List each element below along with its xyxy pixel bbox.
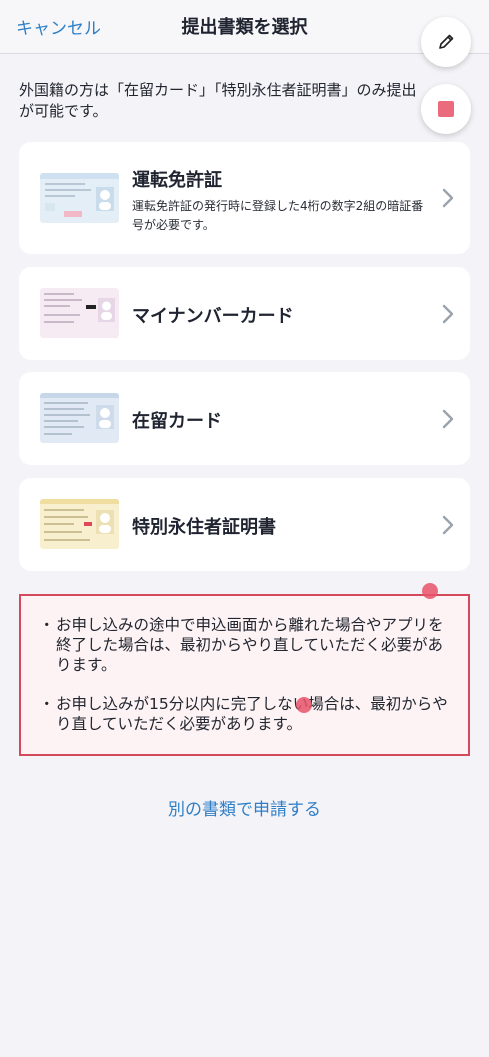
document-name: 運転免許証 <box>132 170 222 191</box>
bullet: ・ <box>39 695 55 713</box>
document-card-my-number[interactable]: マイナンバーカード <box>19 267 470 360</box>
pencil-icon <box>439 34 454 49</box>
document-card-special-permanent-resident[interactable]: 特別永住者証明書 <box>19 478 470 571</box>
chevron-right-icon <box>442 188 454 208</box>
special-permanent-resident-certificate-thumbnail <box>40 499 119 549</box>
page-title: 提出書類を選択 <box>181 17 308 38</box>
document-card-residence-card[interactable]: 在留カード <box>19 372 470 465</box>
document-card-drivers-license[interactable]: 運転免許証 運転免許証の発行時に登録した4桁の数字2組の暗証番号が必要です。 <box>19 142 470 254</box>
notice-text: お申し込みの途中で申込画面から離れた場合やアプリを終了した場合は、最初からやり直… <box>56 616 444 674</box>
notice-box: ・ お申し込みの途中で申込画面から離れた場合やアプリを終了した場合は、最初からや… <box>19 594 470 756</box>
chevron-right-icon <box>442 409 454 429</box>
edit-button[interactable] <box>421 17 471 67</box>
document-name: 特別永住者証明書 <box>132 517 276 538</box>
my-number-card-thumbnail <box>40 288 119 338</box>
touch-indicator <box>422 583 438 599</box>
residence-card-thumbnail <box>40 393 119 443</box>
drivers-license-thumbnail <box>40 173 119 223</box>
notice-item: ・ お申し込みが15分以内に完了しない場合は、最初からやり直していただく必要があ… <box>39 694 457 734</box>
notice-text: お申し込みが15分以内に完了しない場合は、最初からやり直していただく必要がありま… <box>56 695 448 733</box>
document-name: 在留カード <box>132 411 222 432</box>
document-name: マイナンバーカード <box>132 306 294 327</box>
intro-text: 外国籍の方は「在留カード」「特別永住者証明書」のみ提出が可能です。 <box>19 81 417 120</box>
document-description: 運転免許証の発行時に登録した4桁の数字2組の暗証番号が必要です。 <box>132 199 424 232</box>
notice-item: ・ お申し込みの途中で申込画面から離れた場合やアプリを終了した場合は、最初からや… <box>39 615 457 675</box>
header-bar: キャンセル 提出書類を選択 <box>0 0 489 54</box>
stop-square-icon <box>438 101 454 117</box>
apply-with-other-document-link[interactable]: 別の書類で申請する <box>0 795 489 820</box>
chevron-right-icon <box>442 304 454 324</box>
chevron-right-icon <box>442 515 454 535</box>
bullet: ・ <box>39 616 55 634</box>
touch-indicator <box>296 697 312 713</box>
